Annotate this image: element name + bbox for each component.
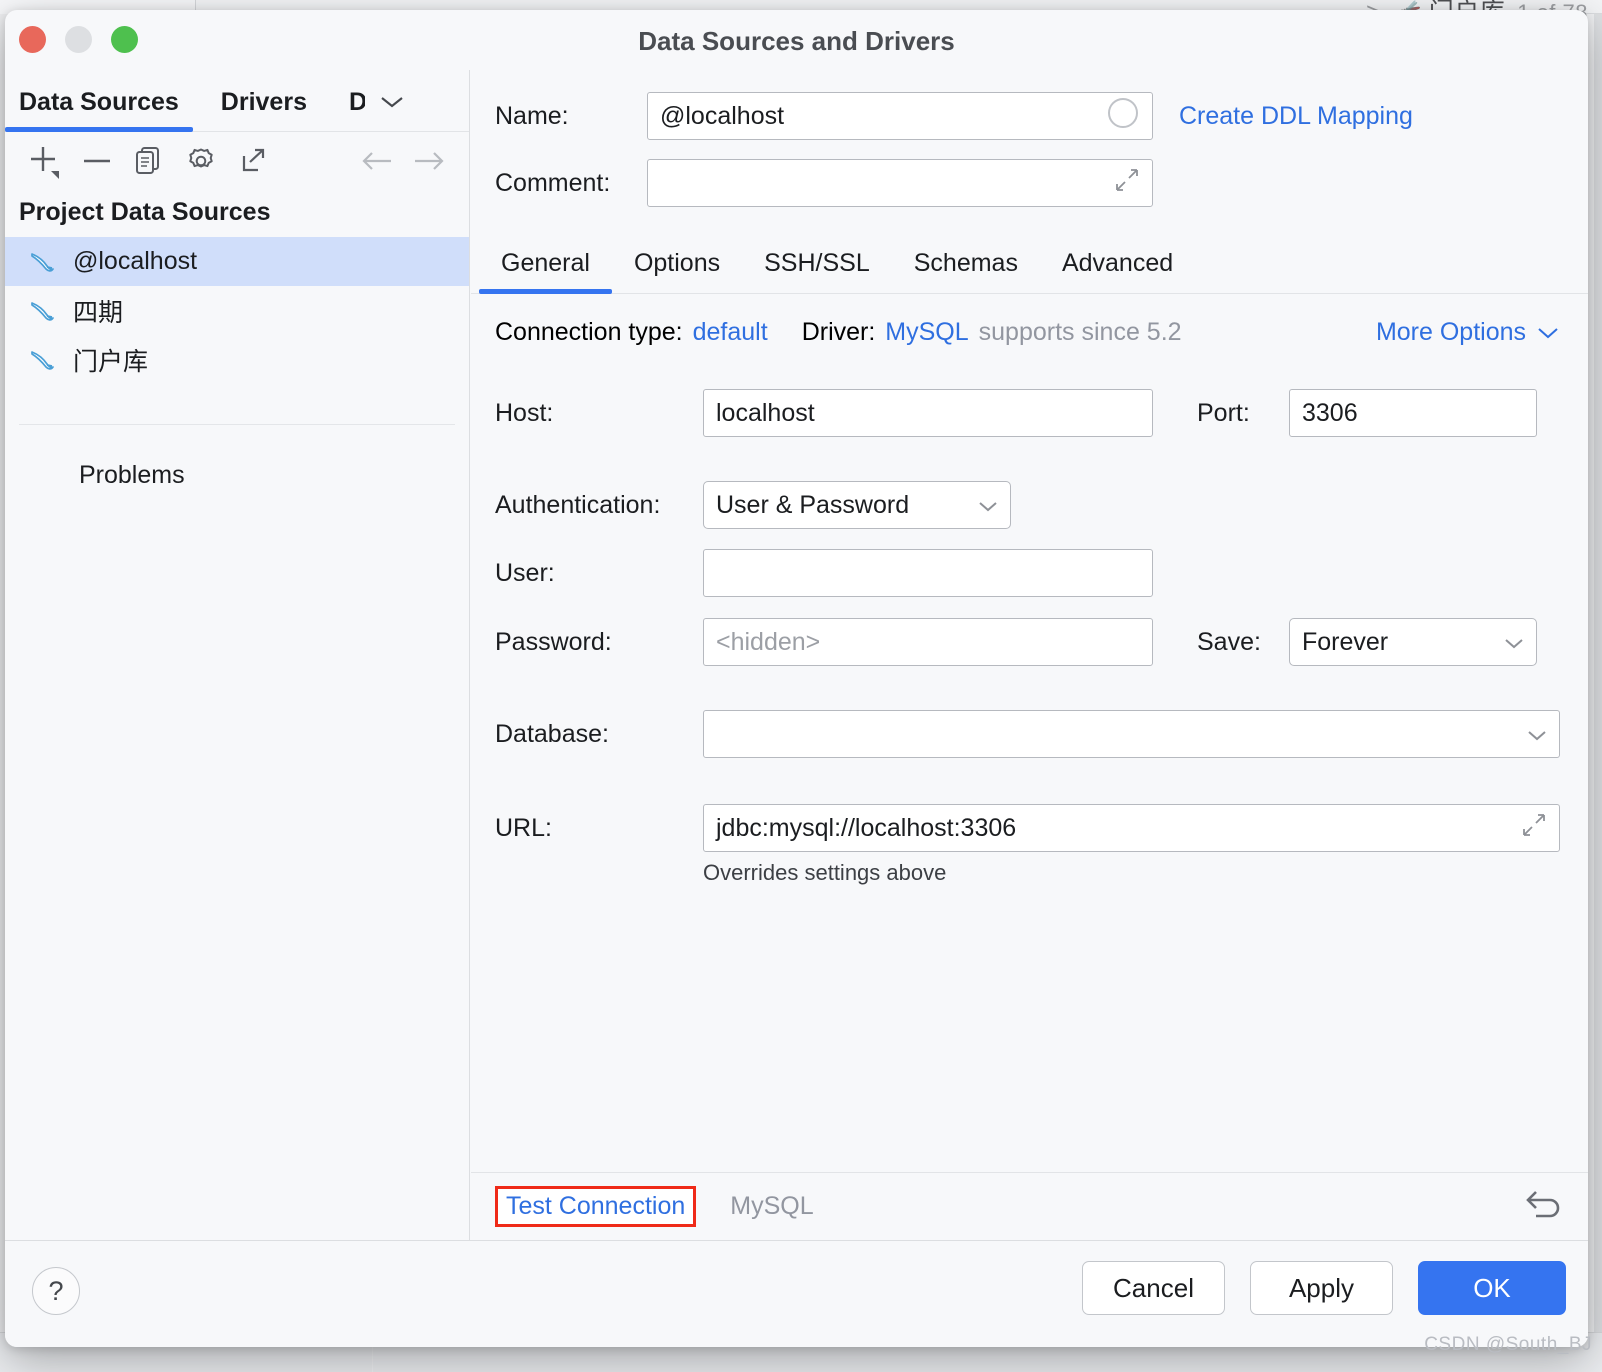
tab-advanced[interactable]: Advanced	[1040, 249, 1195, 293]
comment-input[interactable]	[647, 159, 1153, 207]
url-hint: Overrides settings above	[703, 860, 947, 885]
tab-schemas[interactable]: Schemas	[892, 249, 1040, 293]
background-right-rail	[1594, 14, 1602, 1332]
password-input[interactable]: <hidden>	[703, 618, 1153, 666]
ok-button[interactable]: OK	[1418, 1261, 1566, 1315]
chevron-down-icon[interactable]	[1536, 318, 1560, 347]
watermark: CSDN @South_BJ	[1424, 1334, 1592, 1355]
host-value: localhost	[716, 398, 815, 427]
save-select[interactable]: Forever	[1289, 618, 1537, 666]
problems-item[interactable]: Problems	[5, 425, 469, 490]
list-item[interactable]: 四期	[5, 286, 469, 335]
list-item-label: 四期	[73, 298, 124, 327]
authentication-value: User & Password	[716, 490, 910, 519]
port-input[interactable]: 3306	[1289, 389, 1537, 437]
data-sources-dialog: Data Sources and Drivers Data Sources Dr…	[5, 10, 1588, 1347]
url-value: jdbc:mysql://localhost:3306	[716, 813, 1017, 842]
mysql-dolphin-icon	[27, 296, 57, 326]
driver-label: Driver:	[801, 318, 876, 346]
data-sources-panel: Data Sources Drivers D Project Data Sour…	[5, 70, 470, 1240]
url-input[interactable]: jdbc:mysql://localhost:3306	[703, 804, 1560, 852]
mysql-dolphin-icon	[27, 345, 57, 375]
undo-arrow-icon[interactable]	[1520, 1187, 1564, 1226]
gear-icon[interactable]	[175, 141, 227, 181]
name-label: Name:	[495, 101, 569, 130]
more-options-link[interactable]: More Options	[1376, 318, 1526, 347]
comment-label: Comment:	[495, 168, 611, 197]
list-item-label: @localhost	[73, 247, 198, 275]
create-ddl-mapping-link[interactable]: Create DDL Mapping	[1179, 102, 1413, 131]
apply-button[interactable]: Apply	[1250, 1261, 1393, 1315]
save-label: Save:	[1197, 627, 1261, 656]
host-label: Host:	[495, 398, 554, 427]
settings-tab-bar: General Options SSH/SSL Schemas Advanced	[471, 249, 1588, 294]
plus-icon[interactable]	[19, 141, 71, 181]
external-link-icon[interactable]	[227, 141, 279, 181]
left-tab-bar: Data Sources Drivers D	[5, 70, 469, 132]
port-label: Port:	[1197, 398, 1250, 427]
password-label: Password:	[495, 627, 612, 656]
user-label: User:	[495, 558, 555, 587]
authentication-select[interactable]: User & Password	[703, 481, 1011, 529]
save-value: Forever	[1302, 627, 1389, 656]
user-input[interactable]	[703, 549, 1153, 597]
name-input[interactable]: @localhost	[647, 92, 1153, 140]
name-value: @localhost	[660, 101, 785, 130]
data-sources-toolbar	[5, 132, 469, 190]
driver-note: supports since 5.2	[978, 318, 1182, 346]
database-label: Database:	[495, 719, 609, 748]
connection-type-value[interactable]: default	[693, 318, 768, 347]
mysql-dolphin-icon	[27, 247, 57, 277]
authentication-label: Authentication:	[495, 490, 661, 519]
dialog-title: Data Sources and Drivers	[638, 26, 955, 56]
password-placeholder: <hidden>	[716, 627, 821, 656]
circle-icon	[1106, 96, 1140, 136]
chevron-down-icon[interactable]	[379, 94, 405, 131]
url-label: URL:	[495, 813, 552, 842]
list-item-label: 门户库	[73, 347, 149, 376]
copy-icon[interactable]	[123, 141, 175, 181]
project-data-sources-title: Project Data Sources	[19, 198, 271, 226]
database-select[interactable]	[703, 710, 1560, 758]
chevron-down-icon	[976, 491, 1000, 520]
dialog-footer: ? Cancel Apply OK	[5, 1240, 1588, 1347]
list-item[interactable]: 门户库	[5, 335, 469, 384]
tab-data-sources[interactable]: Data Sources	[5, 88, 193, 132]
connection-type-label: Connection type:	[495, 318, 683, 346]
tab-ddl-mappings[interactable]: D	[349, 88, 365, 131]
tab-ssh-ssl[interactable]: SSH/SSL	[742, 249, 892, 293]
chevron-down-icon	[1525, 720, 1549, 749]
tab-options[interactable]: Options	[612, 249, 742, 293]
test-connection-button[interactable]: Test Connection	[495, 1186, 697, 1227]
minus-icon[interactable]	[71, 141, 123, 181]
driver-value[interactable]: MySQL	[885, 318, 968, 347]
chevron-down-icon	[1502, 628, 1526, 657]
settings-panel-footer: Test Connection MySQL	[471, 1172, 1588, 1240]
expand-icon[interactable]	[1114, 167, 1140, 199]
data-source-settings-panel: Name: @localhost Create DDL Mapping Comm…	[471, 70, 1588, 1240]
help-button[interactable]: ?	[32, 1267, 80, 1315]
arrow-right-icon[interactable]	[403, 141, 455, 181]
port-value: 3306	[1302, 398, 1358, 427]
tab-general[interactable]: General	[479, 249, 612, 294]
driver-name-label: MySQL	[730, 1192, 814, 1220]
tab-drivers[interactable]: Drivers	[221, 88, 307, 131]
expand-icon[interactable]	[1521, 812, 1547, 844]
list-item[interactable]: @localhost	[5, 237, 469, 286]
host-input[interactable]: localhost	[703, 389, 1153, 437]
cancel-button[interactable]: Cancel	[1082, 1261, 1225, 1315]
arrow-left-icon[interactable]	[351, 141, 403, 181]
